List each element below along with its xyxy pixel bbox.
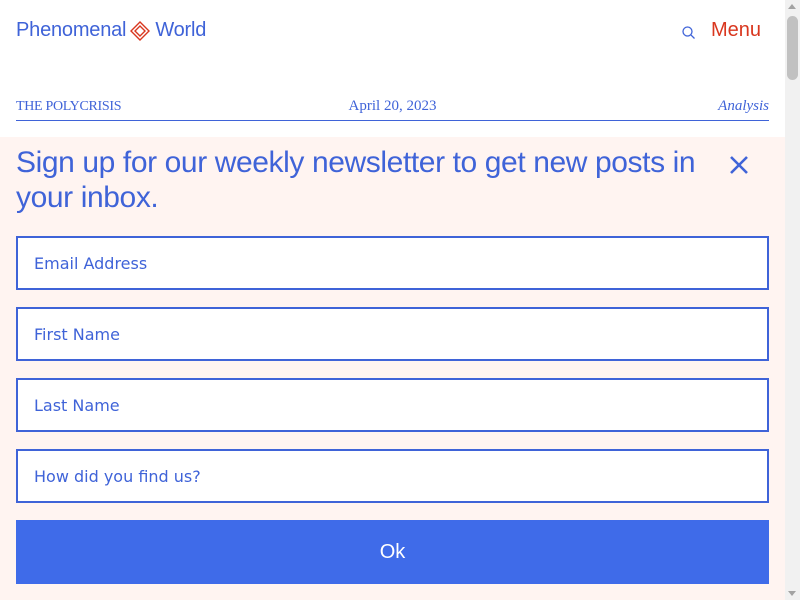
site-header: Phenomenal World Menu xyxy=(0,0,785,68)
scrollbar-thumb[interactable] xyxy=(787,16,798,80)
newsletter-heading: Sign up for our weekly newsletter to get… xyxy=(16,146,696,214)
newsletter-signup-panel: Sign up for our weekly newsletter to get… xyxy=(0,137,785,600)
logo-text-phenomenal: Phenomenal xyxy=(16,19,127,41)
logo-text-world: World xyxy=(155,19,207,41)
last-name-field[interactable] xyxy=(16,378,769,432)
page: Phenomenal World Menu THE POLYCRISIS Apr… xyxy=(0,0,800,600)
scroll-down-arrow-icon[interactable] xyxy=(788,591,796,596)
referral-source-field[interactable] xyxy=(16,449,769,503)
article-date: April 20, 2023 xyxy=(348,98,437,114)
email-field[interactable] xyxy=(16,236,769,290)
diamond-icon xyxy=(130,20,151,41)
article-meta: THE POLYCRISIS April 20, 2023 Analysis xyxy=(16,96,769,121)
menu-button[interactable]: Menu xyxy=(711,19,761,42)
first-name-field[interactable] xyxy=(16,307,769,361)
search-icon[interactable] xyxy=(681,25,697,41)
submit-button[interactable]: Ok xyxy=(16,520,769,584)
scroll-up-arrow-icon[interactable] xyxy=(788,4,796,9)
page-scrollbar[interactable] xyxy=(785,0,800,600)
close-icon[interactable] xyxy=(728,154,750,176)
category-label[interactable]: Analysis xyxy=(718,98,769,115)
site-logo[interactable]: Phenomenal World xyxy=(16,19,206,42)
